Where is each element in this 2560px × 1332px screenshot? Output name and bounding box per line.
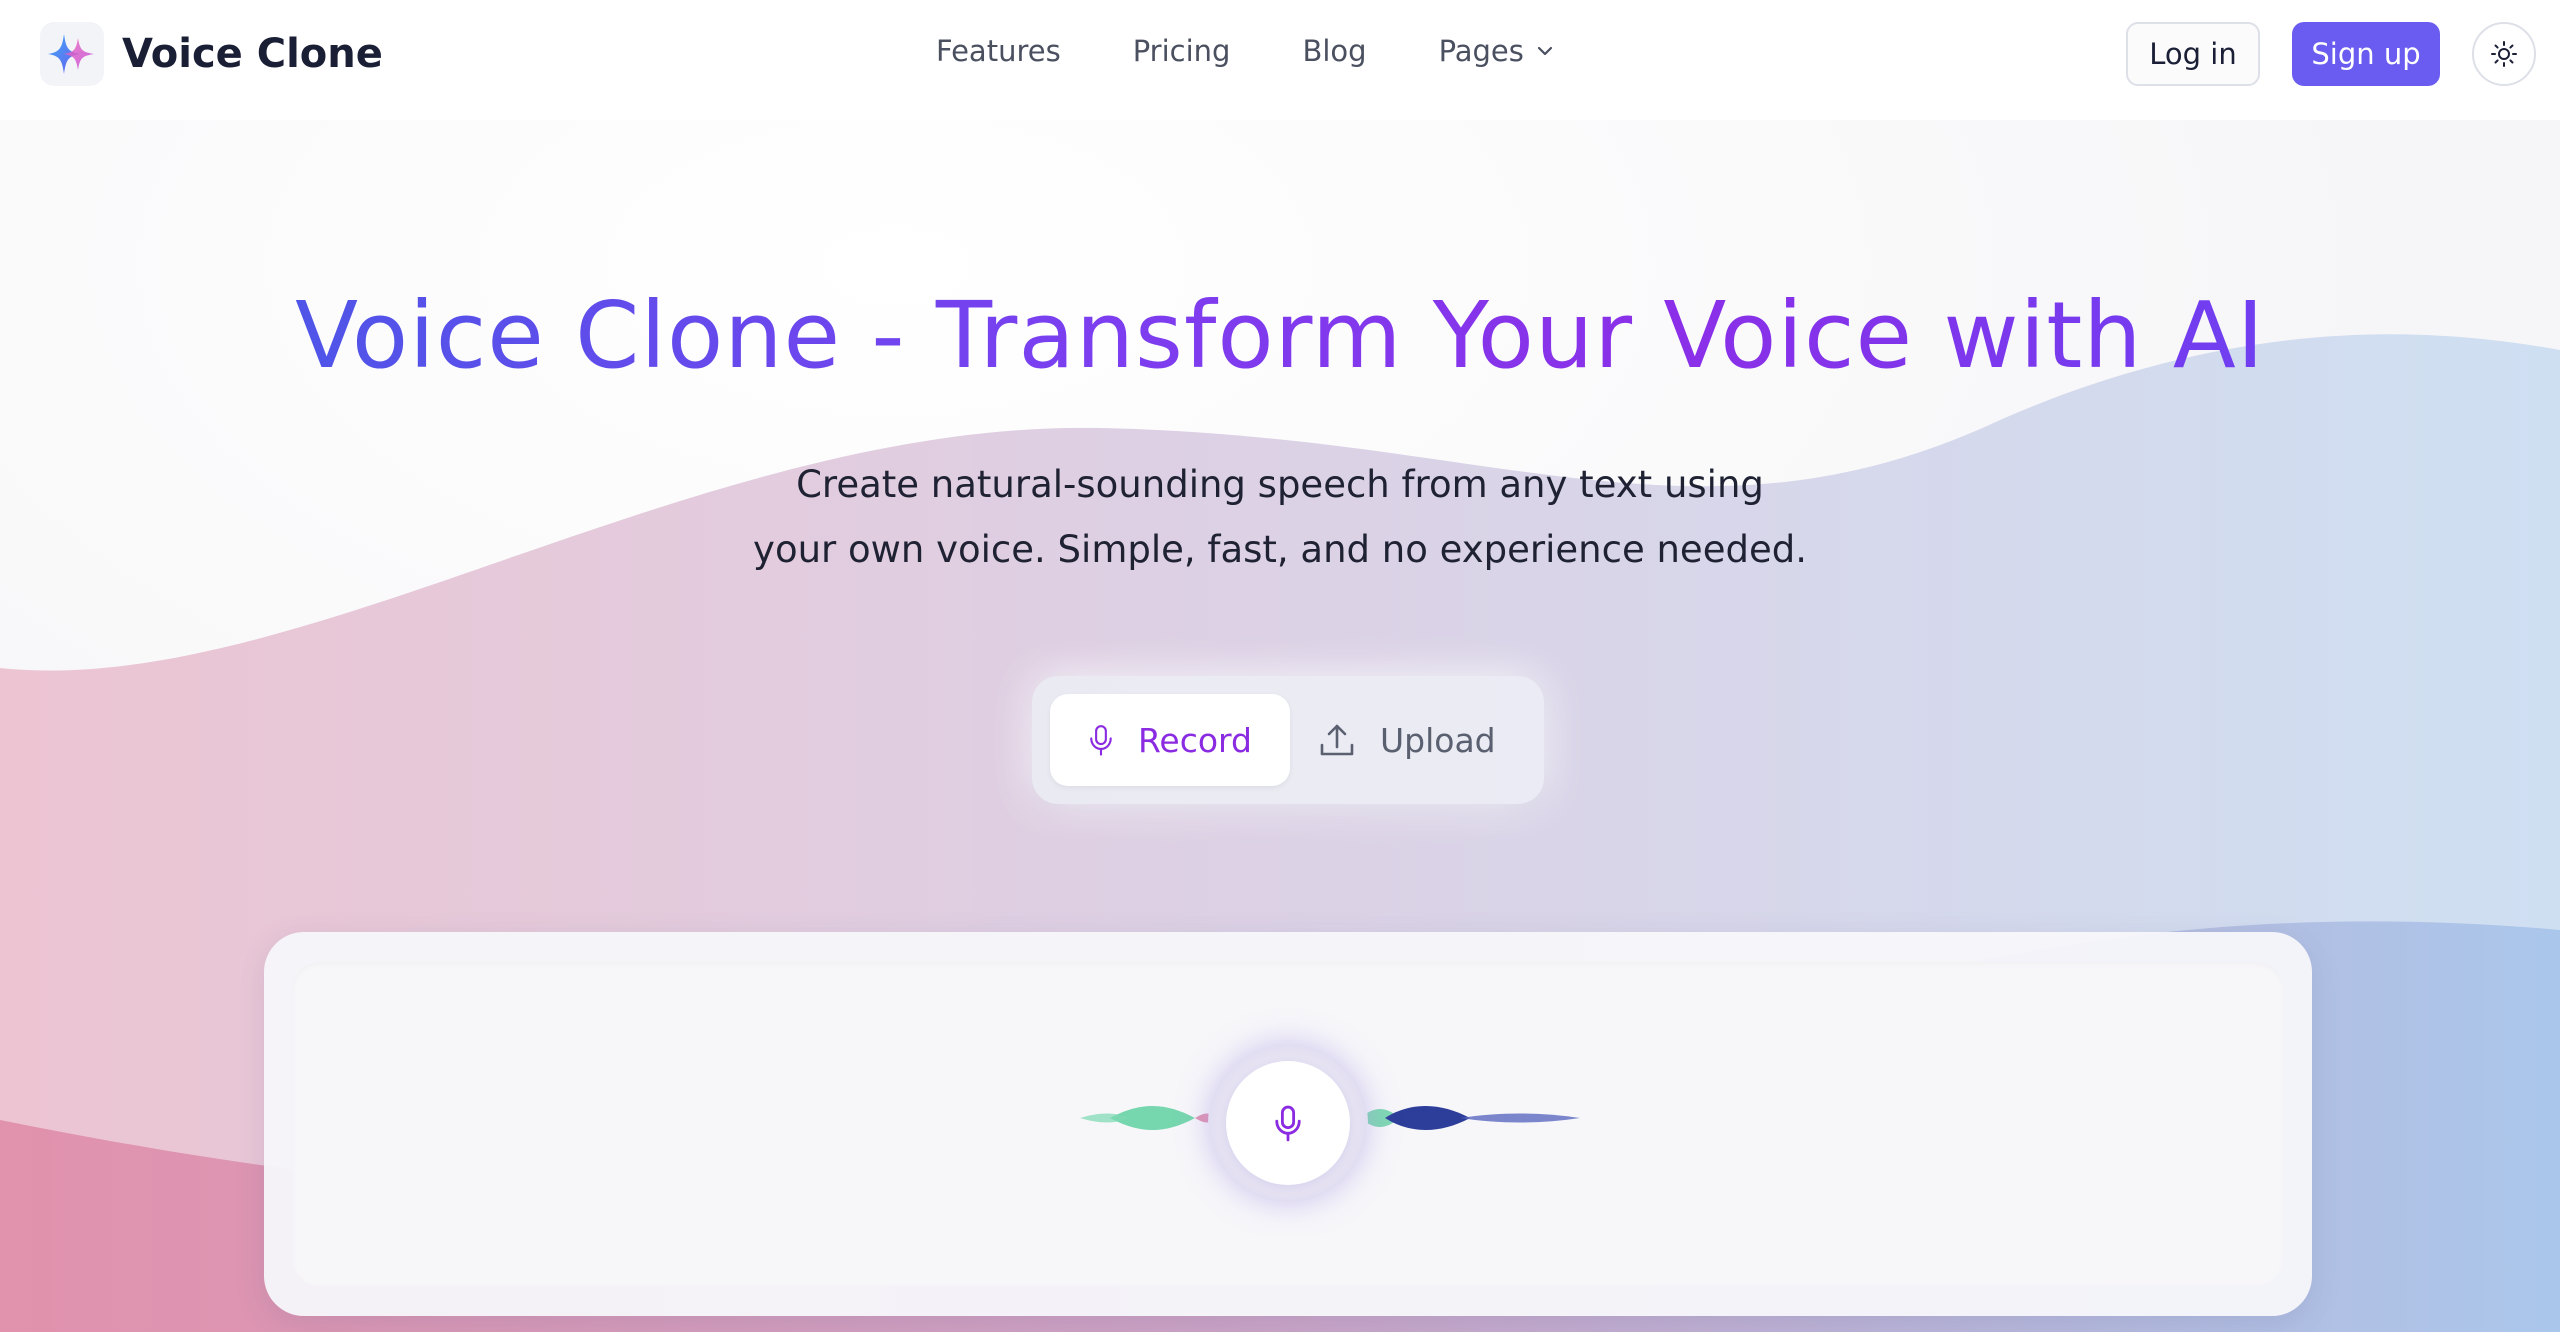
microphone-icon <box>1275 1105 1301 1142</box>
login-button[interactable]: Log in <box>2126 22 2260 86</box>
brand-name: Voice Clone <box>122 31 383 77</box>
nav-item-pricing[interactable]: Pricing <box>1133 34 1231 68</box>
logo-icon <box>40 22 104 86</box>
nav-item-label: Pages <box>1438 34 1524 68</box>
page: Voice Clone Features Pricing Blog Pages … <box>0 0 2560 1332</box>
nav-item-blog[interactable]: Blog <box>1302 34 1366 68</box>
main-nav: Features Pricing Blog Pages <box>936 34 1554 68</box>
record-button-inner <box>1226 1061 1350 1185</box>
chevron-down-icon <box>1536 45 1554 57</box>
nav-item-features[interactable]: Features <box>936 34 1061 68</box>
logo[interactable]: Voice Clone <box>40 22 383 86</box>
sun-icon <box>2491 41 2517 67</box>
signup-button[interactable]: Sign up <box>2292 22 2440 86</box>
nav-item-label: Features <box>936 34 1061 68</box>
site-header: Voice Clone Features Pricing Blog Pages … <box>0 0 2560 120</box>
nav-item-pages[interactable]: Pages <box>1439 34 1554 68</box>
theme-toggle-button[interactable] <box>2472 22 2536 86</box>
nav-item-label: Pricing <box>1132 34 1231 68</box>
record-button[interactable] <box>1208 1043 1368 1203</box>
nav-item-label: Blog <box>1302 34 1367 68</box>
